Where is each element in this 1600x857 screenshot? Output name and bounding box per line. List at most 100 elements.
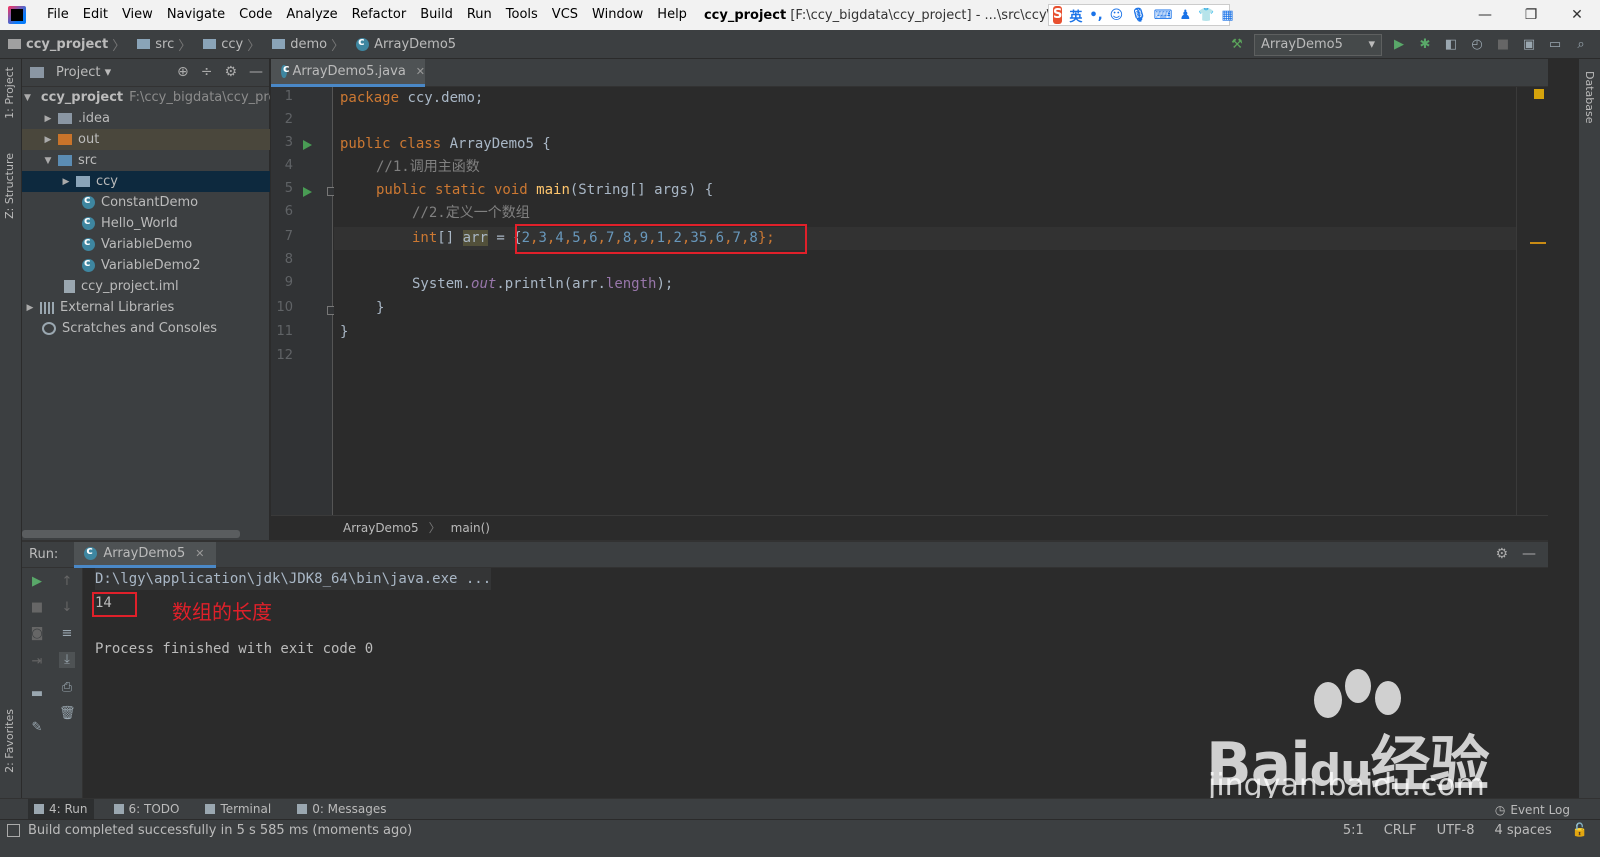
down-arrow-icon[interactable]: ↓	[59, 600, 75, 616]
toolbox-icon[interactable]: ▦	[1221, 8, 1233, 23]
tree-item-constantdemo[interactable]: ConstantDemo	[22, 192, 270, 213]
coverage-icon[interactable]: ◧	[1442, 36, 1460, 54]
tree-item-iml[interactable]: ccy_project.iml	[22, 276, 270, 297]
menu-edit[interactable]: Edit	[76, 0, 115, 30]
tool-tab-messages[interactable]: 0: Messages	[291, 799, 392, 820]
hide-panel-icon[interactable]: —	[249, 64, 263, 80]
breadcrumb-demo[interactable]: demo 〉	[264, 35, 348, 54]
tree-item-variabledemo[interactable]: VariableDemo	[22, 234, 270, 255]
menu-vcs[interactable]: VCS	[545, 0, 585, 30]
project-tool-tab[interactable]: 1: Project	[3, 67, 16, 119]
close-tab-icon[interactable]: ✕	[416, 65, 425, 78]
keyboard-icon[interactable]: ⌨	[1154, 8, 1173, 23]
breadcrumb-ccy[interactable]: ccy 〉	[195, 35, 264, 54]
ime-logo-icon[interactable]: S	[1053, 6, 1063, 24]
tool-tab-terminal[interactable]: Terminal	[199, 799, 277, 820]
debug-bug-icon[interactable]: ✱	[1416, 36, 1434, 54]
breadcrumb-src[interactable]: src 〉	[129, 35, 195, 54]
tree-item-hello-world[interactable]: Hello_World	[22, 213, 270, 234]
tool-tab-run[interactable]: 4: Run	[28, 798, 94, 820]
tree-item-root[interactable]: ▼ ccy_project F:\ccy_bigdata\ccy_pro	[22, 87, 270, 108]
close-icon[interactable]: ✕	[1554, 0, 1600, 30]
collapse-all-icon[interactable]: ÷	[201, 64, 213, 80]
editor-crumb-method[interactable]: main()	[451, 521, 490, 535]
stop-icon[interactable]: ■	[1494, 36, 1512, 54]
tree-item-external-libraries[interactable]: ▶ External Libraries	[22, 297, 270, 318]
ime-mode-label[interactable]: 英	[1069, 6, 1082, 25]
rerun-icon[interactable]: ▶	[29, 574, 45, 590]
menu-code[interactable]: Code	[232, 0, 279, 30]
settings-gear-icon[interactable]: ⚙	[1495, 546, 1508, 562]
settings-gear-icon[interactable]: ⚙	[224, 64, 237, 80]
close-tab-icon[interactable]: ✕	[195, 547, 204, 560]
run-icon[interactable]: ▶	[1390, 36, 1408, 54]
profile-icon[interactable]: ◴	[1468, 36, 1486, 54]
ime-punctuation-label[interactable]: •,	[1089, 8, 1102, 23]
file-encoding[interactable]: UTF-8	[1437, 823, 1475, 838]
camera-icon[interactable]: ◙	[29, 626, 45, 642]
status-message[interactable]: Build completed successfully in 5 s 585 …	[28, 823, 412, 838]
inspection-status-icon[interactable]	[1534, 89, 1544, 99]
lock-icon[interactable]: 🔓	[1572, 823, 1588, 838]
emoji-icon[interactable]: ☺	[1110, 8, 1124, 23]
database-tool-tab[interactable]: Database	[1583, 71, 1596, 124]
menu-refactor[interactable]: Refactor	[345, 0, 414, 30]
line-separator[interactable]: CRLF	[1384, 823, 1417, 838]
run-class-gutter-icon[interactable]	[303, 140, 312, 150]
breadcrumb-project[interactable]: ccy_project 〉	[0, 35, 129, 54]
menu-view[interactable]: View	[115, 0, 160, 30]
code-editor[interactable]: package ccy.demo; public class ArrayDemo…	[334, 87, 1516, 515]
tree-item-idea[interactable]: ▶ .idea	[22, 108, 270, 129]
favorites-tool-tab[interactable]: 2: Favorites	[3, 709, 16, 773]
menu-run[interactable]: Run	[460, 0, 499, 30]
project-view-select[interactable]: Project ▾	[56, 65, 111, 80]
menu-analyze[interactable]: Analyze	[279, 0, 344, 30]
search-icon[interactable]: ⌕	[1572, 36, 1590, 54]
console-output[interactable]: D:\lgy\application\jdk\JDK8_64\bin\java.…	[83, 568, 1548, 798]
indent-setting[interactable]: 4 spaces	[1494, 823, 1551, 838]
soft-wrap-icon[interactable]: ≡	[59, 626, 75, 642]
tree-item-src[interactable]: ▼ src	[22, 150, 270, 171]
scroll-to-end-icon[interactable]: ⤓	[59, 652, 75, 668]
editor-tab-arraydemo5[interactable]: ArrayDemo5.java ✕	[271, 59, 425, 87]
stop-icon[interactable]: ■	[29, 600, 45, 616]
presentation-icon[interactable]: ▭	[1546, 36, 1564, 54]
run-main-gutter-icon[interactable]	[303, 187, 312, 197]
caret-position[interactable]: 5:1	[1343, 823, 1364, 838]
run-tab-arraydemo5[interactable]: ArrayDemo5 ✕	[74, 541, 217, 568]
pin-icon[interactable]: ✎	[29, 720, 45, 736]
up-arrow-icon[interactable]: ↑	[59, 574, 75, 590]
login-icon[interactable]: ⇥	[29, 654, 45, 670]
microphone-icon[interactable]: 🎙	[1130, 8, 1147, 23]
menu-file[interactable]: File	[40, 0, 76, 30]
layout-icon[interactable]: ▬	[29, 686, 45, 702]
user-icon[interactable]: ♟	[1179, 8, 1191, 23]
run-configuration-select[interactable]: ArrayDemo5 ▾	[1254, 33, 1382, 56]
editor-crumb-class[interactable]: ArrayDemo5	[343, 521, 419, 535]
tool-tab-todo[interactable]: 6: TODO	[108, 799, 186, 820]
horizontal-scrollbar[interactable]	[22, 530, 240, 538]
tree-item-scratches[interactable]: Scratches and Consoles	[22, 318, 270, 339]
print-icon[interactable]: ⎙	[59, 680, 75, 696]
minimize-icon[interactable]: —	[1462, 0, 1508, 30]
build-hammer-icon[interactable]: ⚒	[1228, 36, 1246, 54]
menu-help[interactable]: Help	[650, 0, 694, 30]
tree-item-ccy[interactable]: ▶ ccy	[22, 171, 270, 192]
trash-icon[interactable]: 🗑	[59, 706, 76, 722]
tree-item-out[interactable]: ▶ out	[22, 129, 270, 150]
skin-icon[interactable]: 👕	[1198, 8, 1214, 23]
hide-panel-icon[interactable]: —	[1522, 546, 1536, 562]
status-toggle-icon[interactable]	[7, 824, 20, 837]
event-log-tab[interactable]: ◷ Event Log	[1495, 799, 1570, 820]
menu-window[interactable]: Window	[585, 0, 650, 30]
menu-build[interactable]: Build	[413, 0, 460, 30]
project-structure-icon[interactable]: ▣	[1520, 36, 1538, 54]
breadcrumb-class[interactable]: ArrayDemo5	[348, 35, 456, 52]
structure-tool-tab[interactable]: Z: Structure	[3, 153, 16, 219]
warning-marker[interactable]	[1530, 242, 1546, 244]
locate-target-icon[interactable]: ⊕	[177, 64, 189, 80]
menu-navigate[interactable]: Navigate	[160, 0, 232, 30]
tree-item-variabledemo2[interactable]: VariableDemo2	[22, 255, 270, 276]
restore-icon[interactable]: ❐	[1508, 0, 1554, 30]
menu-tools[interactable]: Tools	[499, 0, 545, 30]
